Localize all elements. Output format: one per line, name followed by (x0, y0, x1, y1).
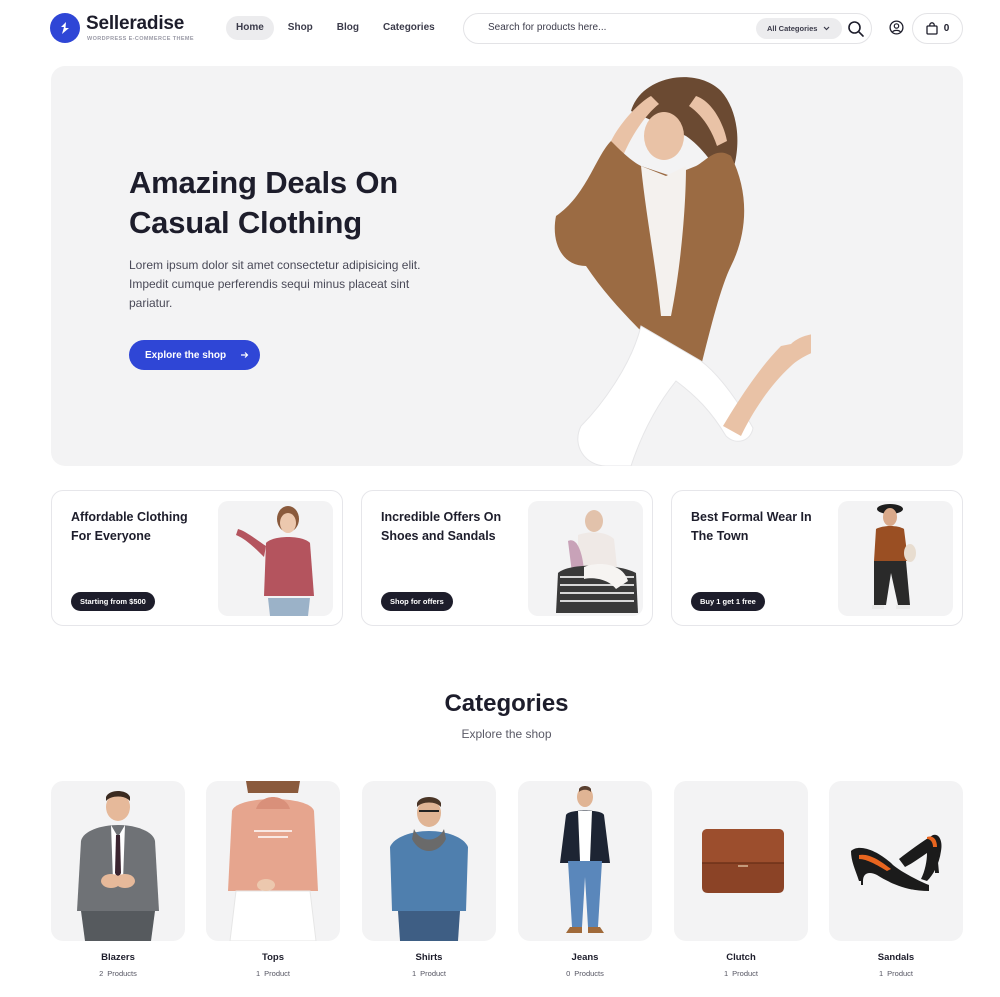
categories-heading: Categories (444, 690, 569, 717)
promo-image (528, 501, 643, 616)
category-image (518, 781, 652, 941)
promo-title: Incredible Offers On Shoes and Sandals (381, 510, 502, 543)
nav-item-blog[interactable]: Blog (327, 16, 369, 40)
category-card-jeans[interactable]: Jeans 0 Products (518, 781, 652, 978)
promo-badge[interactable]: Shop for offers (381, 592, 453, 611)
category-name[interactable]: Shirts (362, 952, 496, 963)
site-header: Selleradise WORDPRESS E-COMMERCE THEME H… (0, 0, 1000, 58)
category-name[interactable]: Blazers (51, 952, 185, 963)
logo-icon[interactable] (50, 13, 80, 43)
category-select-label: All Categories (767, 24, 818, 33)
hero-description: Lorem ipsum dolor sit amet consectetur a… (129, 258, 421, 310)
promo-image (838, 501, 953, 616)
category-name[interactable]: Clutch (674, 952, 808, 963)
hero-banner: Amazing Deals On Casual Clothing Lorem i… (51, 66, 963, 466)
promo-title: Best Formal Wear In The Town (691, 510, 812, 543)
main-nav: Home Shop Blog Categories (226, 16, 445, 40)
category-image (362, 781, 496, 941)
search-icon[interactable] (847, 20, 865, 38)
search-bar: All Categories (463, 13, 872, 44)
account-icon[interactable] (889, 20, 904, 35)
promo-card-shoes[interactable]: Incredible Offers On Shoes and Sandals S… (361, 490, 653, 626)
chevron-down-icon (824, 26, 830, 31)
category-card-tops[interactable]: Tops 1 Product (206, 781, 340, 978)
category-image (206, 781, 340, 941)
cart-count: 0 (943, 23, 950, 34)
category-count: 1 Product (723, 969, 759, 978)
category-count: 1 Product (411, 969, 447, 978)
promo-card-clothing[interactable]: Affordable Clothing For Everyone Startin… (51, 490, 343, 626)
promo-card-formal[interactable]: Best Formal Wear In The Town Buy 1 get 1… (671, 490, 963, 626)
categories-subtitle: Explore the shop (461, 727, 552, 741)
category-name[interactable]: Sandals (829, 952, 963, 963)
category-image (51, 781, 185, 941)
nav-item-shop[interactable]: Shop (278, 16, 323, 40)
explore-shop-label: Explore the shop (145, 349, 227, 361)
category-count: 2 Products (99, 969, 137, 978)
category-count: 1 Product (878, 969, 914, 978)
category-image (674, 781, 808, 941)
arrow-right-icon (241, 352, 249, 358)
category-image (829, 781, 963, 941)
category-name[interactable]: Tops (206, 952, 340, 963)
category-name[interactable]: Jeans (518, 952, 652, 963)
category-card-sandals[interactable]: Sandals 1 Product (829, 781, 963, 978)
logo-tagline: WORDPRESS E-COMMERCE THEME (87, 36, 194, 42)
category-card-blazers[interactable]: Blazers 2 Products (51, 781, 185, 978)
nav-item-categories[interactable]: Categories (373, 16, 445, 40)
logo-name[interactable]: Selleradise (86, 13, 184, 35)
nav-item-home[interactable]: Home (226, 16, 274, 40)
promo-badge[interactable]: Buy 1 get 1 free (691, 592, 765, 611)
promo-title: Affordable Clothing For Everyone (71, 510, 188, 543)
promo-image (218, 501, 333, 616)
category-count: 1 Product (255, 969, 291, 978)
explore-shop-button[interactable]: Explore the shop (129, 340, 260, 370)
promo-badge[interactable]: Starting from $500 (71, 592, 155, 611)
category-card-clutch[interactable]: Clutch 1 Product (674, 781, 808, 978)
hero-title: Amazing Deals On Casual Clothing (129, 165, 398, 240)
category-count: 0 Products (566, 969, 604, 978)
search-input[interactable] (488, 22, 748, 33)
category-select[interactable]: All Categories (756, 18, 842, 39)
hero-model-image (554, 77, 811, 466)
category-card-shirts[interactable]: Shirts 1 Product (362, 781, 496, 978)
cart-button[interactable]: 0 (912, 13, 963, 44)
shopping-bag-icon (926, 22, 938, 35)
